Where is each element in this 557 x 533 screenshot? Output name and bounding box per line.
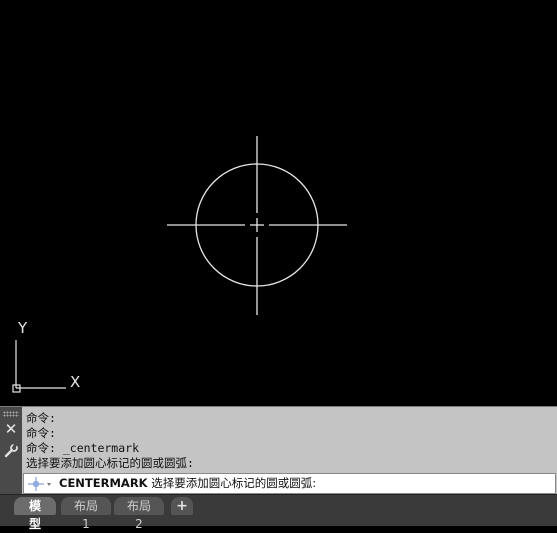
ucs-icon [12,340,66,393]
history-line: 命令: _centermark [26,441,140,455]
current-command-prompt: 选择要添加圆心标记的圆或圆弧: [147,476,317,490]
history-line: 命令: [26,426,56,440]
ucs-x-label: X [70,373,80,391]
current-command-name: CENTERMARK [59,476,148,490]
command-line-panel: ✕ 命令: 命令: 命令: _centermark 选择要添加圆心标记的圆或圆弧… [0,406,557,495]
command-input[interactable]: CENTERMARK 选择要添加圆心标记的圆或圆弧: [23,473,556,494]
drawing-svg[interactable]: Y X [0,0,557,406]
command-history: 命令: 命令: 命令: _centermark 选择要添加圆心标记的圆或圆弧: [26,411,554,473]
drawing-canvas[interactable]: Y X [0,0,557,406]
add-icon[interactable]: + [171,497,193,515]
wrench-icon[interactable] [3,443,19,459]
tab-layout1[interactable]: 布局1 [61,497,111,531]
layout-tabs-bar: 模型 布局1 布局2 + [0,494,557,531]
command-icon[interactable] [27,476,53,492]
history-line: 命令: [26,411,56,425]
tab-layout2[interactable]: 布局2 [114,497,164,531]
tab-model[interactable]: 模型 [14,497,56,531]
command-panel-sidebar: ✕ [0,407,22,495]
ucs-y-label: Y [17,319,28,337]
drag-handle[interactable] [3,411,19,417]
command-prompt: CENTERMARK 选择要添加圆心标记的圆或圆弧: [59,476,316,491]
close-icon[interactable]: ✕ [3,421,19,437]
history-line: 选择要添加圆心标记的圆或圆弧: [26,456,194,470]
